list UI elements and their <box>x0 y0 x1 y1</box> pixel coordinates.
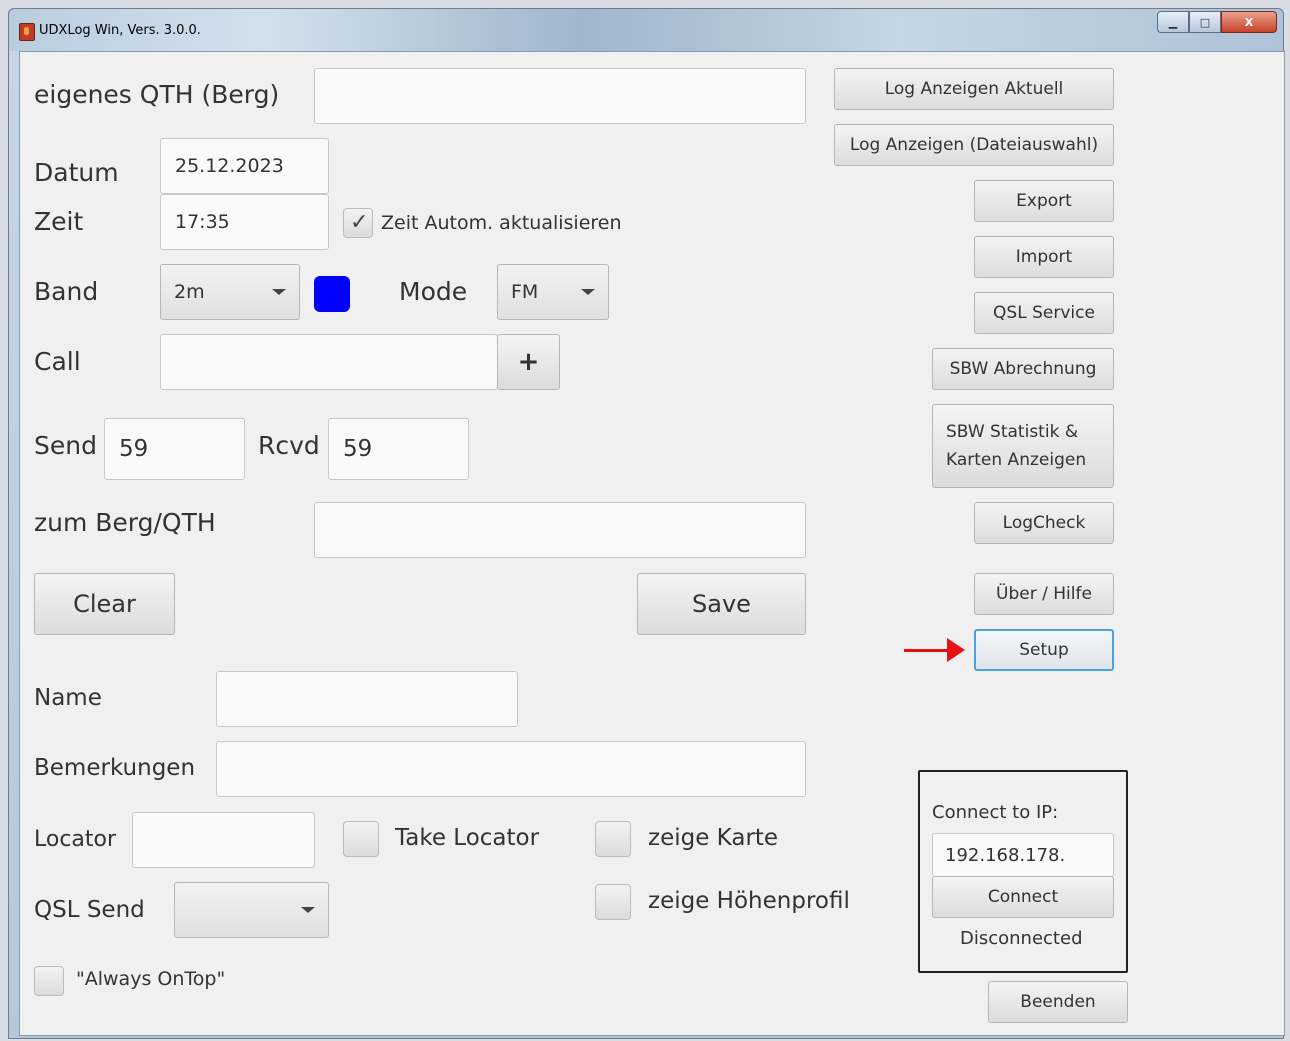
time-input[interactable]: 17:35 <box>160 194 329 250</box>
clear-button[interactable]: Clear <box>34 573 175 635</box>
rcvd-label: Rcvd <box>258 431 320 460</box>
band-label: Band <box>34 277 99 306</box>
ip-input[interactable]: 192.168.178. <box>932 833 1114 877</box>
app-window: UDXLog Win, Vers. 3.0.0. ▁ □ X eigenes Q… <box>8 8 1285 1039</box>
add-call-button[interactable]: + <box>497 334 560 390</box>
date-label: Datum <box>34 158 119 187</box>
chevron-down-icon <box>301 907 315 913</box>
close-button[interactable]: X <box>1221 11 1277 33</box>
always-on-top-label: "Always OnTop" <box>76 968 226 990</box>
time-label: Zeit <box>34 207 84 236</box>
qsl-send-label: QSL Send <box>34 897 145 923</box>
to-qth-label: zum Berg/QTH <box>34 508 216 537</box>
about-help-button[interactable]: Über / Hilfe <box>974 573 1114 615</box>
send-input[interactable]: 59 <box>104 418 245 480</box>
annotation-arrow-shaft <box>904 649 950 652</box>
checkmark-icon: ✓ <box>350 210 369 235</box>
window-title: UDXLog Win, Vers. 3.0.0. <box>39 23 201 38</box>
name-input[interactable] <box>216 671 518 727</box>
title-bar[interactable]: UDXLog Win, Vers. 3.0.0. ▁ □ X <box>9 9 1283 51</box>
connection-group: Connect to IP: 192.168.178. Connect Disc… <box>918 770 1128 973</box>
minimize-button[interactable]: ▁ <box>1157 11 1189 33</box>
remarks-label: Bemerkungen <box>34 755 196 781</box>
setup-button[interactable]: Setup <box>974 629 1114 671</box>
qsl-send-select[interactable] <box>174 882 329 938</box>
take-locator-label: Take Locator <box>395 825 540 851</box>
connect-button[interactable]: Connect <box>932 876 1114 918</box>
qth-input[interactable] <box>314 68 806 124</box>
save-button[interactable]: Save <box>637 573 806 635</box>
connection-status: Disconnected <box>960 928 1083 949</box>
show-map-label: zeige Karte <box>648 825 779 851</box>
mode-select[interactable]: FM <box>497 264 609 320</box>
app-logo-icon <box>19 23 35 41</box>
locator-label: Locator <box>34 827 117 852</box>
window-controls: ▁ □ X <box>1157 11 1277 33</box>
log-current-button[interactable]: Log Anzeigen Aktuell <box>834 68 1114 110</box>
show-profile-label: zeige Höhenprofil <box>648 888 850 914</box>
exit-button[interactable]: Beenden <box>988 981 1128 1023</box>
auto-time-label: Zeit Autom. aktualisieren <box>381 212 622 234</box>
call-input[interactable] <box>160 334 498 390</box>
date-input[interactable]: 25.12.2023 <box>160 138 329 194</box>
show-profile-checkbox[interactable] <box>595 884 631 920</box>
mode-label: Mode <box>399 277 468 306</box>
connect-ip-label: Connect to IP: <box>932 802 1059 823</box>
sbw-statistics-line2: Karten Anzeigen <box>946 450 1087 470</box>
arrow-right-icon <box>947 638 965 662</box>
main-form: eigenes QTH (Berg) Datum 25.12.2023 Zeit… <box>19 51 1285 1036</box>
import-button[interactable]: Import <box>974 236 1114 278</box>
chevron-down-icon <box>272 289 286 295</box>
band-select[interactable]: 2m <box>160 264 300 320</box>
logcheck-button[interactable]: LogCheck <box>974 502 1114 544</box>
maximize-button[interactable]: □ <box>1189 11 1221 33</box>
take-locator-checkbox[interactable] <box>343 821 379 857</box>
band-color-swatch[interactable] <box>314 276 350 312</box>
chevron-down-icon <box>581 289 595 295</box>
sbw-billing-button[interactable]: SBW Abrechnung <box>932 348 1114 390</box>
show-map-checkbox[interactable] <box>595 821 631 857</box>
always-on-top-checkbox[interactable] <box>34 966 64 996</box>
qth-label: eigenes QTH (Berg) <box>34 80 280 109</box>
band-select-value: 2m <box>174 281 205 303</box>
remarks-input[interactable] <box>216 741 806 797</box>
send-label: Send <box>34 431 97 460</box>
log-file-button[interactable]: Log Anzeigen (Dateiauswahl) <box>834 124 1114 166</box>
rcvd-input[interactable]: 59 <box>328 418 469 480</box>
export-button[interactable]: Export <box>974 180 1114 222</box>
auto-time-checkbox[interactable]: ✓ <box>343 208 373 238</box>
to-qth-input[interactable] <box>314 502 806 558</box>
sbw-statistics-line1: SBW Statistik & <box>946 422 1079 442</box>
mode-select-value: FM <box>511 281 539 303</box>
call-label: Call <box>34 347 81 376</box>
name-label: Name <box>34 685 102 711</box>
sbw-statistics-button[interactable]: SBW Statistik & Karten Anzeigen <box>932 404 1114 488</box>
qsl-service-button[interactable]: QSL Service <box>974 292 1114 334</box>
locator-input[interactable] <box>132 812 315 868</box>
